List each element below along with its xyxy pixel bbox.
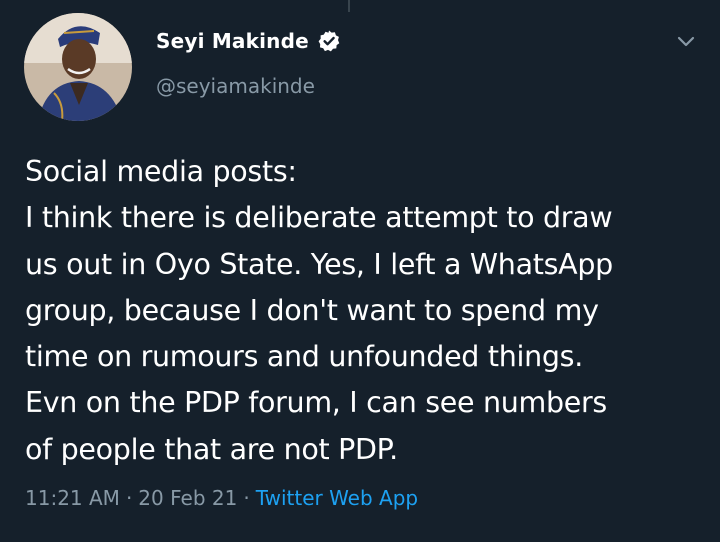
verified-badge-icon (318, 30, 340, 52)
tweet-text-line: us out in Oyo State. Yes, I left a Whats… (25, 247, 613, 281)
profile-photo-icon (24, 13, 132, 121)
meta-separator: · (243, 486, 250, 510)
tweet-text-line: Evn on the PDP forum, I can see numbers (25, 386, 607, 420)
tweet-text-line: Social media posts: (25, 155, 297, 188)
tweet-text-line: group, because I don't want to spend my (25, 293, 599, 327)
tweet-time[interactable]: 11:21 AM (25, 486, 120, 510)
tweet-meta: 11:21 AM · 20 Feb 21 · Twitter Web App (25, 486, 418, 510)
tweet-text-line: I think there is deliberate attempt to d… (25, 201, 613, 235)
meta-separator: · (125, 486, 133, 510)
tweet-text-line: time on rumours and unfounded things. (25, 340, 583, 374)
avatar[interactable] (24, 13, 132, 121)
tweet-date[interactable]: 20 Feb 21 (138, 486, 237, 510)
chevron-down-icon[interactable] (672, 27, 700, 55)
tweet-text-line: of people that are not PDP. (25, 432, 398, 466)
thread-connector (348, 0, 350, 12)
author-name-row[interactable]: Seyi Makinde (156, 26, 341, 56)
author-display-name[interactable]: Seyi Makinde (156, 29, 309, 53)
tweet-text: Social media posts: I think there is del… (25, 149, 705, 473)
author-handle[interactable]: @seyiamakinde (156, 74, 315, 98)
tweet-source-link[interactable]: Twitter Web App (256, 486, 418, 510)
tweet-card: Seyi Makinde @seyiamakinde Social media … (0, 0, 720, 542)
